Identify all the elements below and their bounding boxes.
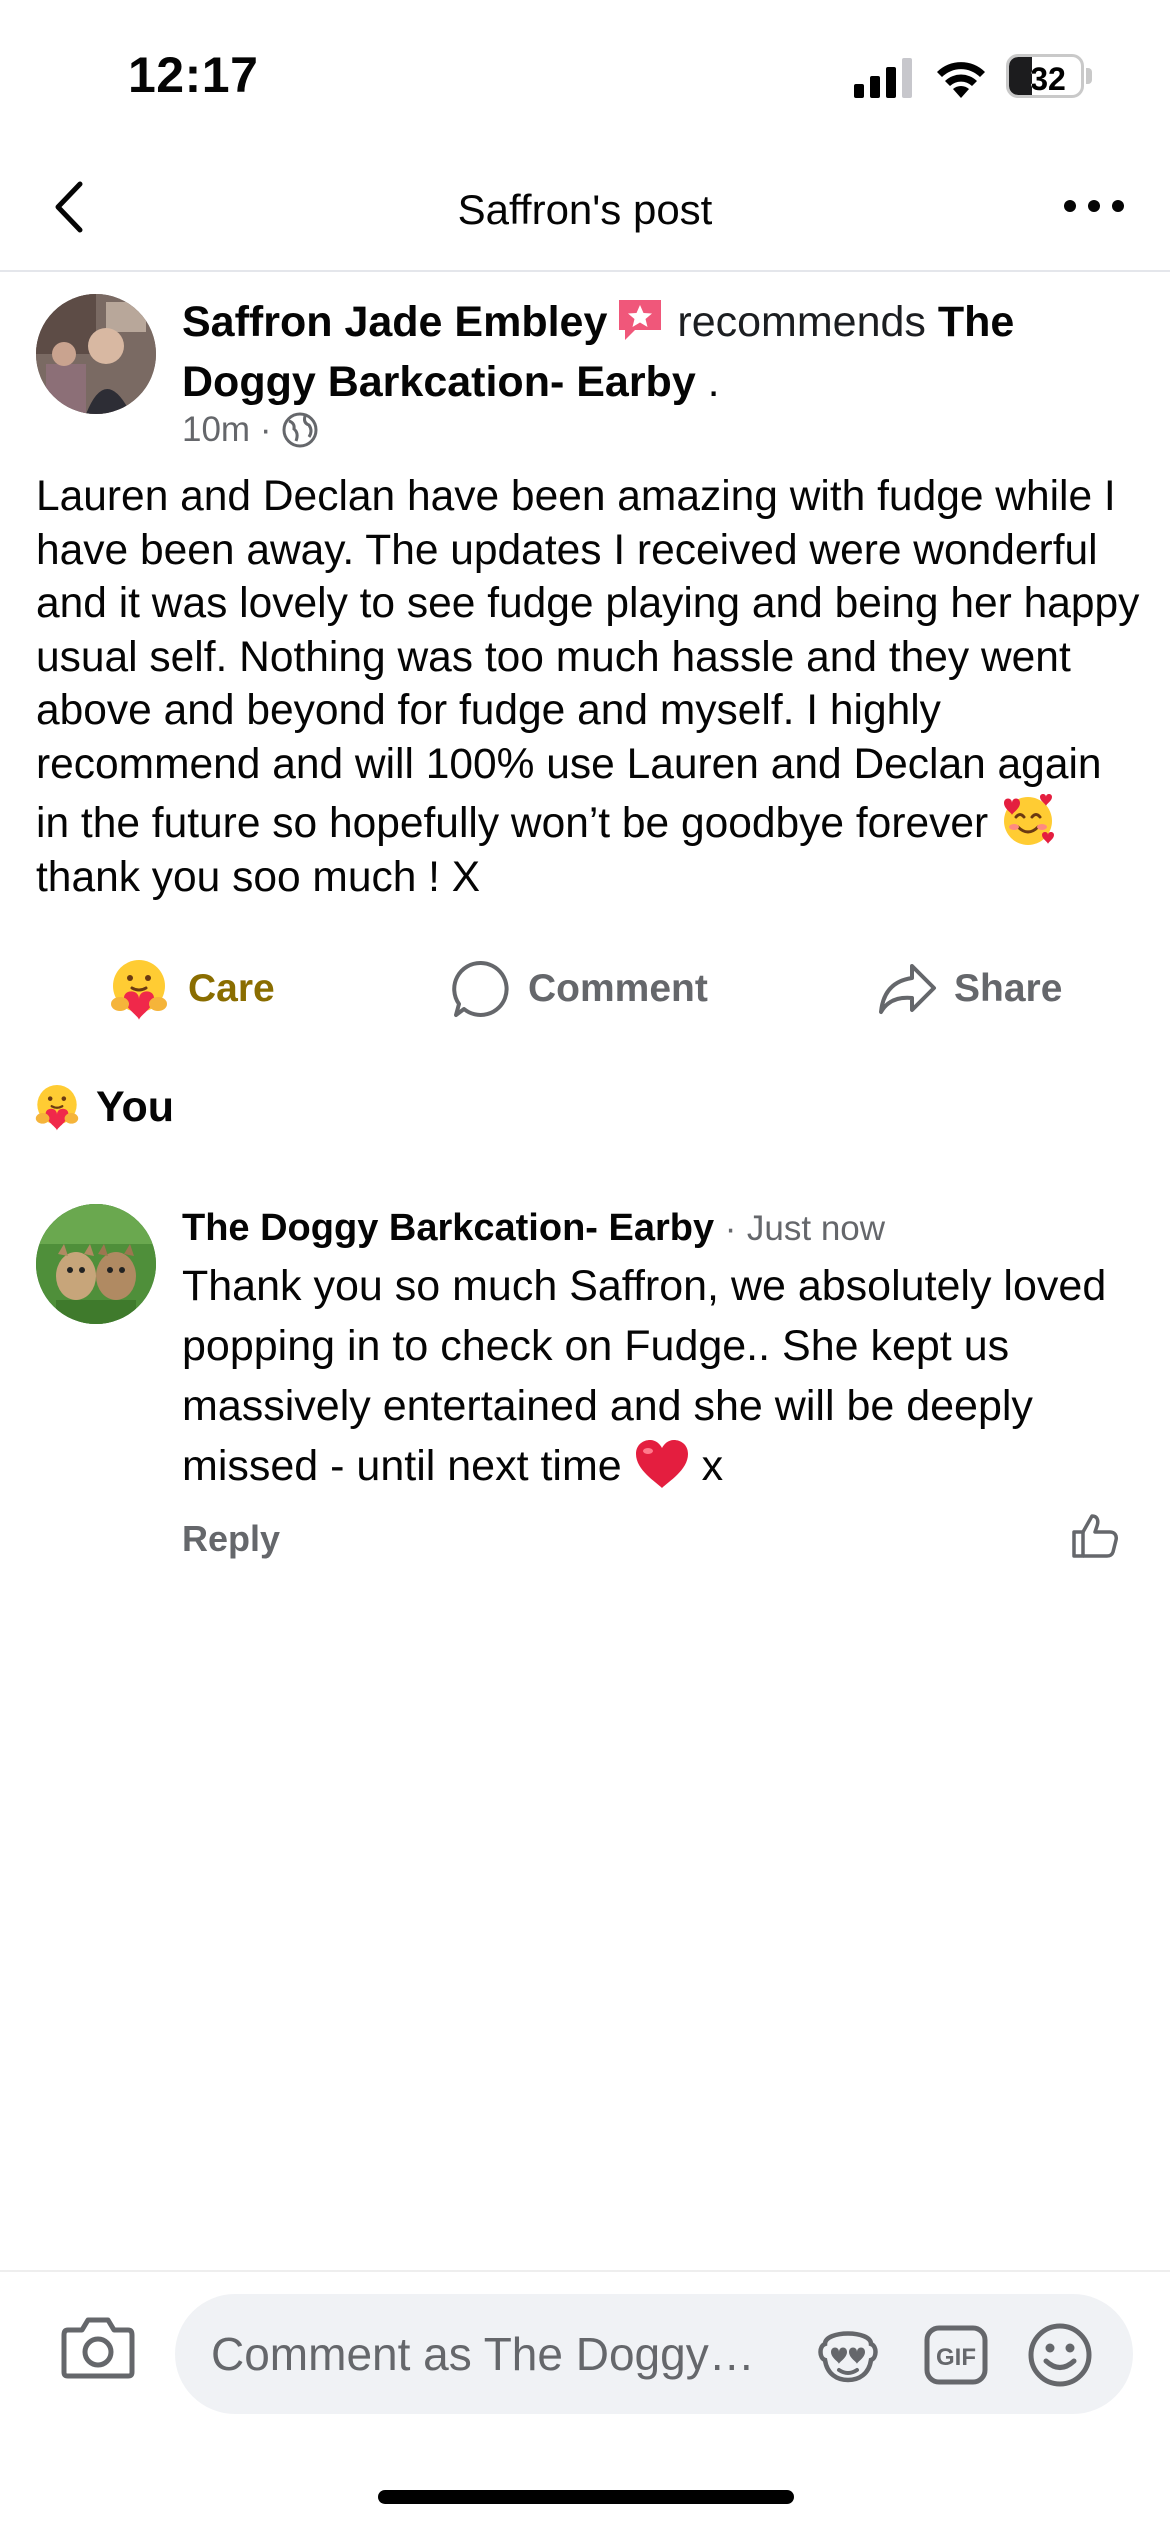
post-headline: Saffron Jade Embley recommends The Doggy … <box>182 292 1142 412</box>
author-avatar[interactable] <box>36 294 156 414</box>
status-time: 12:17 <box>128 47 259 103</box>
reactions-summary[interactable]: You <box>32 1082 174 1132</box>
care-label: Care <box>188 967 275 1010</box>
comment-header: The Doggy Barkcation- Earby · Just now <box>182 1200 885 1257</box>
svg-text:GIF: GIF <box>936 2344 976 2371</box>
wifi-icon <box>937 62 985 98</box>
recommends-text: recommends <box>677 298 926 346</box>
nav-bar: Saffron's post <box>0 150 1170 272</box>
post-body: Lauren and Declan have been amazing with… <box>36 470 1146 904</box>
cellular-signal-icon <box>854 58 912 98</box>
comment-separator: · <box>724 1209 737 1248</box>
commenter-photo <box>36 1204 156 1324</box>
care-reaction-icon <box>35 1085 79 1131</box>
comment-input[interactable]: Comment as The Doggy… GIF <box>175 2294 1133 2414</box>
status-bar: 12:17 32 <box>0 0 1170 150</box>
care-reaction-icon <box>111 960 167 1020</box>
camera-icon[interactable] <box>60 2314 136 2380</box>
emoji-icon[interactable] <box>1027 2322 1093 2388</box>
thumbs-up-icon[interactable] <box>1070 1510 1120 1560</box>
comment-composer: Comment as The Doggy… GIF <box>0 2270 1170 2435</box>
comment-bubble-icon <box>452 960 509 1017</box>
commenter-name[interactable]: The Doggy Barkcation- Earby <box>182 1207 714 1249</box>
smiling-face-with-hearts-emoji <box>1003 794 1054 845</box>
comment-button[interactable]: Comment <box>450 954 708 1024</box>
comment-text-end: x <box>689 1442 724 1490</box>
care-button[interactable]: Care <box>106 954 275 1024</box>
ellipsis-icon[interactable] <box>1062 186 1126 226</box>
headline-trailing: . <box>695 358 720 406</box>
comment-label: Comment <box>528 967 708 1010</box>
author-photo <box>36 294 156 414</box>
avatar-sticker-icon[interactable] <box>815 2324 881 2384</box>
comment-time: Just now <box>746 1209 886 1248</box>
meta-separator: · <box>259 410 272 449</box>
post-action-bar: Care Comment Share <box>0 940 1170 1040</box>
post-text: Lauren and Declan have been amazing with… <box>36 473 1140 847</box>
share-arrow-icon <box>879 964 936 1014</box>
recommendation-badge-icon <box>619 300 662 340</box>
author-name[interactable]: Saffron Jade Embley <box>182 298 607 346</box>
gif-icon[interactable]: GIF <box>923 2324 989 2386</box>
post-time[interactable]: 10m <box>182 410 250 450</box>
share-button[interactable]: Share <box>876 954 1062 1024</box>
battery-indicator: 32 <box>1006 54 1092 98</box>
commenter-avatar[interactable] <box>36 1204 156 1324</box>
globe-icon <box>282 412 318 448</box>
comment-body: Thank you so much Saffron, we absolutely… <box>182 1256 1142 1496</box>
reactor-name: You <box>96 1082 175 1131</box>
comment-input-placeholder: Comment as The Doggy… <box>211 2328 755 2380</box>
page-title: Saffron's post <box>457 186 713 233</box>
home-indicator[interactable] <box>378 2490 794 2504</box>
post-text-end: thank you soo much ! X <box>36 853 481 901</box>
red-heart-emoji <box>635 1440 688 1488</box>
share-label: Share <box>954 967 1063 1010</box>
reply-button[interactable]: Reply <box>182 1518 280 1560</box>
battery-percentage: 32 <box>1030 61 1066 97</box>
post-meta: 10m · <box>182 410 319 450</box>
